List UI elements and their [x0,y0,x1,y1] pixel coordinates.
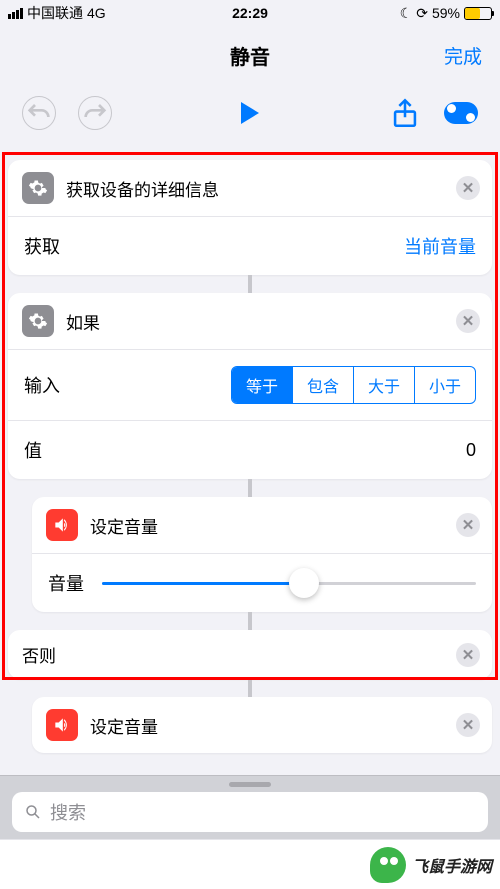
share-icon [388,96,422,130]
delete-action-button[interactable]: ✕ [456,713,480,737]
connector [8,275,492,293]
gear-icon [22,172,54,204]
settings-toggle-icon [444,102,478,124]
volume-slider-row: 音量 [32,553,492,612]
delete-action-button[interactable]: ✕ [456,513,480,537]
action-title: 获取设备的详细信息 [66,176,219,201]
watermark-bar: 飞鼠手游网 [0,839,500,889]
clock: 22:29 [232,5,268,21]
status-left: 中国联通 4G [8,3,106,23]
undo-button[interactable] [22,96,56,130]
page-title: 静音 [230,41,270,70]
gear-icon [22,305,54,337]
status-right: ☾ ⟳ 59% [400,5,492,22]
volume-slider[interactable] [102,582,476,585]
param-label: 音量 [48,570,84,596]
undo-icon [22,96,56,130]
delete-action-button[interactable]: ✕ [456,309,480,333]
nav-header: 静音 完成 [0,26,500,84]
connector [8,679,492,697]
status-bar: 中国联通 4G 22:29 ☾ ⟳ 59% [0,0,500,26]
connector [8,612,492,630]
action-if[interactable]: 如果 ✕ 输入 等于包含大于小于 值 0 [8,293,492,479]
action-title: 设定音量 [90,713,158,738]
share-button[interactable] [388,96,422,130]
play-icon [241,102,259,124]
param-value[interactable]: 当前音量 [404,233,476,259]
search-icon [24,803,42,821]
param-value[interactable]: 0 [466,440,476,461]
watermark-logo-icon [370,847,406,883]
search-input[interactable]: 搜索 [12,792,488,832]
action-set-volume[interactable]: 设定音量 ✕ 音量 [32,497,492,612]
redo-button[interactable] [78,96,112,130]
segment-小于[interactable]: 小于 [414,367,475,403]
bottom-panel[interactable]: 搜索 [0,775,500,839]
param-label: 输入 [24,372,60,398]
lock-rotation-icon: ⟳ [416,5,428,22]
action-title: 设定音量 [90,513,158,538]
delete-action-button[interactable]: ✕ [456,176,480,200]
param-label: 值 [24,437,42,463]
settings-toggle-button[interactable] [444,96,478,130]
condition-segmented[interactable]: 等于包含大于小于 [231,366,476,404]
moon-icon: ☾ [400,5,413,22]
drag-handle-icon[interactable] [229,782,271,787]
carrier-label: 中国联通 [27,3,83,23]
battery-pct: 59% [432,5,460,21]
battery-icon [464,7,492,20]
sound-icon [46,509,78,541]
search-placeholder: 搜索 [50,799,86,825]
action-set-volume[interactable]: 设定音量 ✕ [32,697,492,753]
signal-icon [8,8,23,19]
segment-大于[interactable]: 大于 [353,367,414,403]
watermark-text: 飞鼠手游网 [412,853,492,877]
segment-包含[interactable]: 包含 [292,367,353,403]
network-label: 4G [87,5,106,21]
action-title: 如果 [66,309,100,334]
action-get-device-details[interactable]: 获取设备的详细信息 ✕ 获取 当前音量 [8,160,492,275]
delete-action-button[interactable]: ✕ [456,643,480,667]
toolbar [0,84,500,142]
connector [8,479,492,497]
sound-icon [46,709,78,741]
redo-icon [78,96,112,130]
param-row-input: 输入 等于包含大于小于 [8,349,492,420]
param-label: 获取 [24,233,60,259]
action-title: 否则 [22,642,56,667]
action-else[interactable]: 否则 ✕ [8,630,492,679]
segment-等于[interactable]: 等于 [232,367,292,403]
play-button[interactable] [233,96,267,130]
param-row-value[interactable]: 值 0 [8,420,492,479]
done-button[interactable]: 完成 [444,42,482,69]
param-row-get[interactable]: 获取 当前音量 [8,216,492,275]
workflow-canvas: lskigsy.com 获取设备的详细信息 ✕ 获取 当前音量 如果 ✕ 输入 … [0,142,500,753]
